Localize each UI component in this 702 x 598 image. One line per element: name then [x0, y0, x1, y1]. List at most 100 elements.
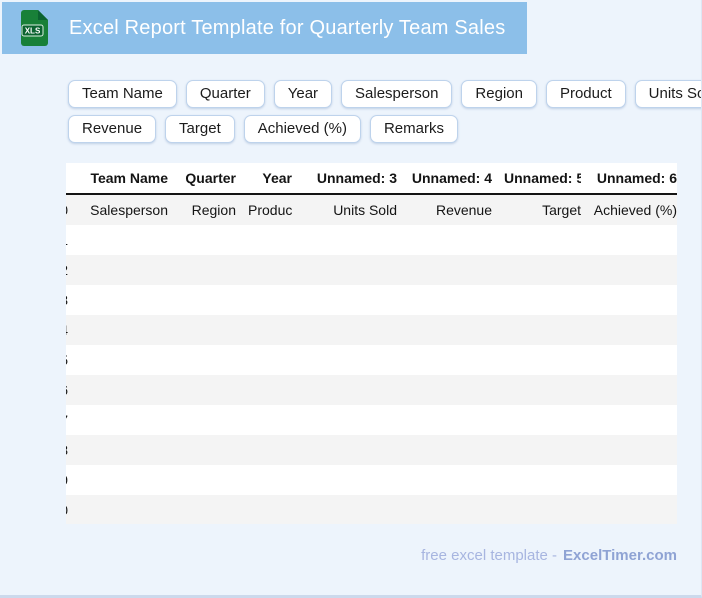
cell: [168, 315, 236, 345]
xls-file-icon: XLS: [21, 10, 48, 46]
cell: [68, 345, 168, 375]
cell: [492, 495, 581, 524]
cell: [292, 495, 397, 524]
cell: Target: [542, 202, 581, 218]
cell: [492, 255, 581, 285]
spreadsheet-preview: Team Name Quarter Year Unnamed: 3 Unnamed: 4…: [66, 163, 678, 524]
footer: free excel template - ExcelTimer.com: [421, 547, 677, 564]
cell: [397, 495, 492, 524]
cell: [292, 285, 397, 315]
column-header-unnamed-4: Unnamed: 4: [397, 163, 492, 195]
cell: [292, 375, 397, 405]
cell: [68, 405, 168, 435]
cell: [397, 315, 492, 345]
cell: Salesperson: [90, 202, 168, 218]
table-row-0: 0SalespersonRegionProductUnits SoldReven…: [66, 194, 677, 225]
column-header-unnamed-3: Unnamed: 3: [292, 163, 397, 195]
cell: [168, 345, 236, 375]
table-row-4: 4: [66, 315, 677, 345]
field-chip-row-2: Revenue Target Achieved (%) Remarks: [68, 115, 674, 143]
cell: [397, 255, 492, 285]
cell: [292, 225, 397, 255]
cell: [292, 435, 397, 465]
cell: [236, 285, 292, 315]
table-header-row: Team Name Quarter Year Unnamed: 3 Unnamed: 4…: [66, 163, 677, 195]
page-title: Excel Report Template for Quarterly Team…: [69, 16, 506, 39]
cell: [292, 315, 397, 345]
table-row-6: 6: [66, 375, 677, 405]
cell: [492, 435, 581, 465]
table-row-7: 7: [66, 405, 677, 435]
cell: [581, 345, 677, 375]
cell: [397, 225, 492, 255]
column-header-unnamed-6: Unnamed: 6: [581, 163, 677, 195]
cell: [168, 405, 236, 435]
field-chip-target[interactable]: Target: [165, 115, 235, 143]
field-chip-region[interactable]: Region: [461, 80, 537, 108]
field-chip-product[interactable]: Product: [545, 80, 626, 108]
field-chip-remarks[interactable]: Remarks: [369, 115, 458, 143]
cell: [292, 255, 397, 285]
cell: [68, 375, 168, 405]
cell: [581, 495, 677, 524]
page: XLS Excel Report Template for Quarterly …: [0, 0, 702, 598]
cell: [581, 465, 677, 495]
cell: [236, 375, 292, 405]
data-table: Team Name Quarter Year Unnamed: 3 Unnamed: 4…: [66, 163, 677, 524]
table-row-5: 5: [66, 345, 677, 375]
cell: Achieved (%): [593, 202, 677, 218]
cell: [168, 285, 236, 315]
cell: [68, 285, 168, 315]
cell: [236, 225, 292, 255]
cell: [492, 405, 581, 435]
table-row-2: 2: [66, 255, 677, 285]
table-row-9: 9: [66, 465, 677, 495]
cell: [68, 255, 168, 285]
field-chip-quarter[interactable]: Quarter: [185, 80, 265, 108]
cell: [581, 255, 677, 285]
cell: [236, 465, 292, 495]
field-chip-team-name[interactable]: Team Name: [68, 80, 177, 108]
cell: [492, 315, 581, 345]
cell: [492, 225, 581, 255]
cell: [168, 435, 236, 465]
cell: Revenue: [435, 202, 492, 218]
cell: [68, 315, 168, 345]
cell: [492, 465, 581, 495]
cell: [492, 345, 581, 375]
header-bar: XLS Excel Report Template for Quarterly …: [2, 2, 527, 54]
cell: Product: [248, 202, 292, 218]
cell: [68, 435, 168, 465]
column-header-year: Year: [236, 163, 292, 195]
table-row-1: 1: [66, 225, 677, 255]
cell: [397, 405, 492, 435]
field-chip-year[interactable]: Year: [273, 80, 333, 108]
cell: [581, 225, 677, 255]
cell: [236, 315, 292, 345]
cell: [397, 285, 492, 315]
cell: [292, 465, 397, 495]
cell: [168, 225, 236, 255]
footer-brand-link[interactable]: ExcelTimer.com: [563, 547, 677, 564]
cell: [236, 405, 292, 435]
field-chip-units-sold[interactable]: Units Sold: [634, 80, 701, 108]
file-fold: [38, 10, 48, 20]
field-chip-salesperson[interactable]: Salesperson: [341, 80, 453, 108]
cell: [492, 375, 581, 405]
cell: [168, 255, 236, 285]
cell: [581, 375, 677, 405]
field-chip-revenue[interactable]: Revenue: [68, 115, 157, 143]
column-header-team-name: Team Name: [68, 163, 168, 195]
cell: [236, 435, 292, 465]
cell: [581, 435, 677, 465]
cell: [397, 375, 492, 405]
cell: [581, 285, 677, 315]
column-header-quarter: Quarter: [168, 163, 236, 195]
cell: [397, 345, 492, 375]
cell: [581, 405, 677, 435]
footer-text: free excel template -: [421, 547, 558, 564]
cell: [292, 345, 397, 375]
field-chip-achieved[interactable]: Achieved (%): [243, 115, 361, 143]
cell: [168, 495, 236, 524]
table-row-8: 8: [66, 435, 677, 465]
